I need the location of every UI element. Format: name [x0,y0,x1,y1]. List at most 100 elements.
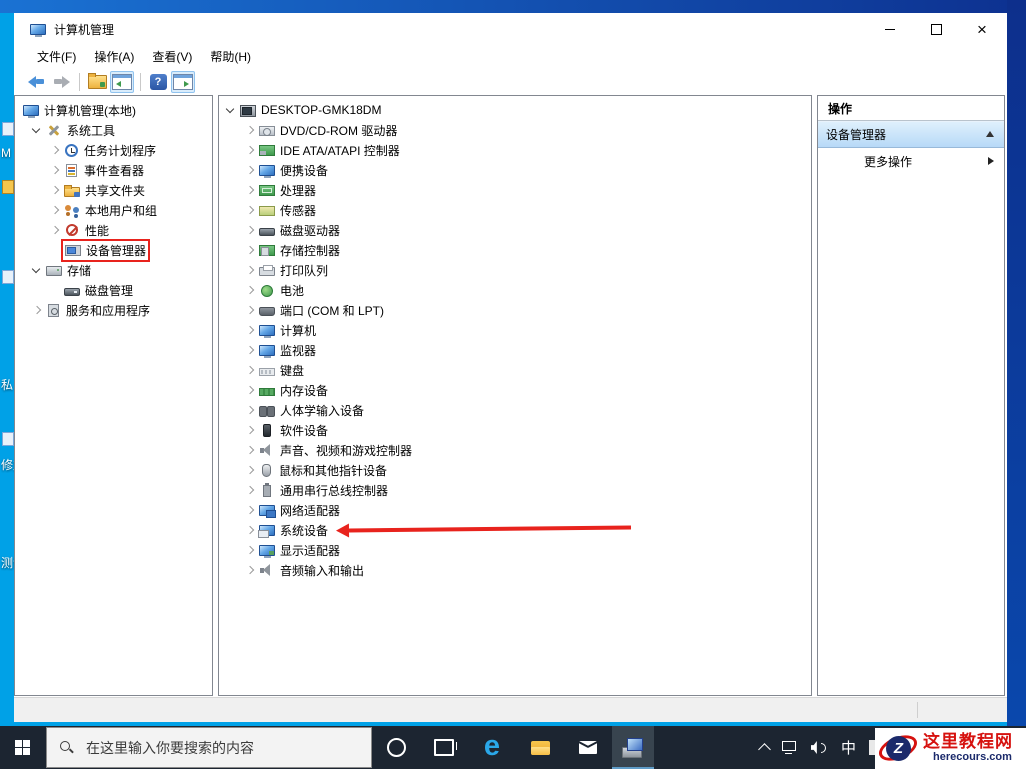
tree-item[interactable]: 传感器 [219,200,811,220]
chevron-down-icon[interactable] [225,105,235,115]
console-tree: 计算机管理(本地) 系统工具 任务计划程序 事件查看器 共享文件夹 本地用户和组 性能 设备管… [15,96,212,320]
tree-item[interactable]: 事件查看器 [15,160,212,180]
forward-button[interactable] [49,71,73,93]
tree-item[interactable]: 性能 [15,220,212,240]
tree-item[interactable]: 显示适配器 [219,540,811,560]
chevron-right-icon[interactable] [244,245,254,255]
tree-item[interactable]: 网络适配器 [219,500,811,520]
taskbar-search[interactable] [46,727,372,768]
chevron-right-icon[interactable] [244,365,254,375]
file-explorer-button[interactable] [516,726,564,769]
network-icon[interactable] [782,741,798,754]
tree-item[interactable]: 键盘 [219,360,811,380]
tree-item[interactable]: 监视器 [219,340,811,360]
edge-button[interactable]: e [468,726,516,769]
tree-item[interactable]: 声音、视频和游戏控制器 [219,440,811,460]
chevron-right-icon[interactable] [244,125,254,135]
search-input[interactable] [84,738,348,757]
chevron-right-icon[interactable] [244,385,254,395]
chevron-right-icon[interactable] [244,485,254,495]
tree-item[interactable]: 服务和应用程序 [15,300,212,320]
chevron-right-icon[interactable] [244,205,254,215]
tree-item[interactable]: 打印队列 [219,260,811,280]
volume-icon[interactable] [811,741,828,754]
chevron-right-icon[interactable] [49,185,59,195]
chevron-right-icon[interactable] [244,185,254,195]
close-button[interactable]: × [959,13,1005,45]
chevron-down-icon[interactable] [31,265,41,275]
chevron-right-icon[interactable] [49,165,59,175]
chevron-right-icon[interactable] [244,525,254,535]
chevron-right-icon[interactable] [244,425,254,435]
chevron-right-icon[interactable] [244,565,254,575]
tree-item[interactable]: 存储控制器 [219,240,811,260]
tree-item[interactable]: 磁盘管理 [15,280,212,300]
tree-item[interactable]: 设备管理器 [15,238,212,262]
chevron-down-icon[interactable] [31,125,41,135]
chevron-right-icon[interactable] [244,285,254,295]
minimize-button[interactable] [867,13,913,45]
chevron-right-icon[interactable] [244,265,254,275]
watermark-letter: Z [886,735,911,761]
search-icon [59,740,74,755]
tree-item[interactable]: 软件设备 [219,420,811,440]
tree-item[interactable]: DESKTOP-GMK18DM [219,100,811,120]
tree-item[interactable]: 内存设备 [219,380,811,400]
tree-item[interactable]: IDE ATA/ATAPI 控制器 [219,140,811,160]
tree-item[interactable]: 存储 [15,260,212,280]
chevron-right-icon[interactable] [244,165,254,175]
tree-item[interactable]: 人体学输入设备 [219,400,811,420]
tray-chevron-up-icon[interactable] [758,742,771,756]
tree-item[interactable]: 任务计划程序 [15,140,212,160]
chevron-right-icon[interactable] [49,225,59,235]
tree-item[interactable]: 便携设备 [219,160,811,180]
tree-item[interactable]: 本地用户和组 [15,200,212,220]
chevron-right-icon[interactable] [244,405,254,415]
tree-item-label: 存储 [67,263,92,278]
tree-item[interactable]: 计算机 [219,320,811,340]
chevron-right-icon[interactable] [244,345,254,355]
chevron-right-icon[interactable] [244,465,254,475]
tree-item[interactable]: 鼠标和其他指针设备 [219,460,811,480]
tree-item[interactable]: 处理器 [219,180,811,200]
tree-item[interactable]: 系统设备 [219,520,811,540]
tree-item[interactable]: 磁盘驱动器 [219,220,811,240]
chevron-right-icon[interactable] [244,305,254,315]
chevron-right-icon[interactable] [31,305,41,315]
menu-view[interactable]: 查看(V) [143,45,201,68]
help-button[interactable]: ? [146,71,170,93]
ime-indicator[interactable]: 中 [841,737,856,758]
tree-item[interactable]: 电池 [219,280,811,300]
tree-item[interactable]: 音频输入和输出 [219,560,811,580]
mail-button[interactable] [564,726,612,769]
collapse-up-icon[interactable] [986,131,994,137]
tree-item[interactable]: DVD/CD-ROM 驱动器 [219,120,811,140]
device-manager-taskbar-button[interactable] [612,726,654,769]
menu-file[interactable]: 文件(F) [28,45,85,68]
chevron-right-icon[interactable] [49,205,59,215]
task-view-button[interactable] [420,726,468,769]
console-tree-toggle-button[interactable] [110,70,134,93]
action-pane-toggle-button[interactable] [171,70,195,93]
tree-item[interactable]: 端口 (COM 和 LPT) [219,300,811,320]
export-list-button[interactable] [85,71,109,93]
tree-item[interactable]: 共享文件夹 [15,180,212,200]
cortana-button[interactable] [372,726,420,769]
actions-section-device-manager[interactable]: 设备管理器 [818,121,1004,148]
chevron-right-icon[interactable] [244,325,254,335]
chevron-right-icon[interactable] [244,445,254,455]
more-actions-item[interactable]: 更多操作 [818,148,1004,174]
menu-help[interactable]: 帮助(H) [201,45,260,68]
chevron-right-icon[interactable] [244,145,254,155]
menu-action[interactable]: 操作(A) [85,45,143,68]
tree-item[interactable]: 系统工具 [15,120,212,140]
chevron-right-icon[interactable] [244,545,254,555]
tree-item[interactable]: 通用串行总线控制器 [219,480,811,500]
tree-item[interactable]: 计算机管理(本地) [15,100,212,120]
chevron-right-icon[interactable] [244,225,254,235]
maximize-button[interactable] [913,13,959,45]
chevron-right-icon[interactable] [49,145,59,155]
start-button[interactable] [0,726,46,769]
back-button[interactable] [24,71,48,93]
chevron-right-icon[interactable] [244,505,254,515]
